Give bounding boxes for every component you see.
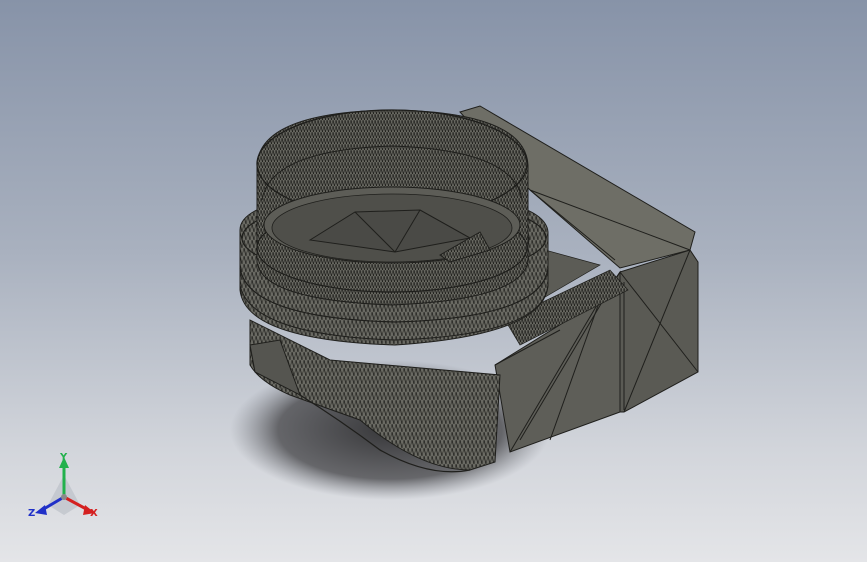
z-axis-label: Z	[28, 508, 35, 519]
coordinate-triad[interactable]: Y X Z	[28, 452, 98, 519]
upper-collar[interactable]	[256, 109, 529, 306]
y-axis-label: Y	[59, 452, 68, 463]
triad-origin	[61, 494, 67, 500]
z-arrow-icon	[35, 505, 47, 515]
x-axis-label: X	[90, 508, 98, 519]
graphics-viewport[interactable]: Y X Z	[0, 0, 867, 562]
model-canvas[interactable]: Y X Z	[0, 0, 867, 562]
